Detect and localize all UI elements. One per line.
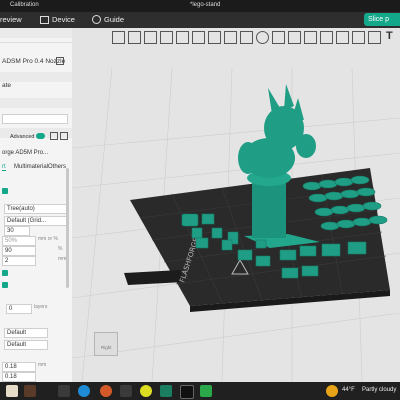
support-style-select[interactable]: Default (Grid... (4, 216, 68, 226)
file-title: *lego-stand (190, 2, 221, 8)
tab-support[interactable]: rt (2, 164, 6, 171)
pattern-select-a[interactable]: Default (4, 328, 48, 338)
top-z-input[interactable]: 2 (2, 256, 36, 266)
view-cube-face-label: Right (101, 345, 112, 350)
distance-input-b[interactable]: 0.18 (2, 372, 36, 382)
density-input[interactable]: 50% (2, 236, 36, 246)
slice-button[interactable]: Slice p (364, 13, 400, 26)
temperature: 44°F (342, 387, 355, 393)
checkbox-b[interactable] (2, 282, 8, 288)
weather-text: Partly cloudy (362, 387, 397, 393)
scene: FLASHFORGE (72, 67, 400, 382)
distance-unit-a: mm (38, 362, 47, 368)
settings-sidebar: ADSM Pro 0.4 Nozzle ate Advanced orge AD… (0, 28, 73, 382)
plate-type-label: ate (2, 82, 12, 89)
support-type-select[interactable]: Tree(auto) (4, 204, 68, 214)
title-bar: Calibration *lego-stand (0, 0, 400, 12)
device-icon (40, 15, 49, 24)
layers-unit: layers (34, 304, 48, 310)
app-title: Calibration (10, 2, 39, 8)
sidebar-section-header (0, 72, 72, 82)
edit-printer-icon[interactable] (56, 57, 64, 65)
app-icon[interactable] (120, 385, 132, 397)
copy-icon[interactable] (50, 132, 58, 140)
sidebar-section-header (0, 28, 72, 38)
filament-select[interactable] (2, 114, 68, 124)
tab-multimaterial[interactable]: Multimaterial (14, 164, 48, 170)
guide-icon (92, 15, 101, 24)
spreadsheet-icon[interactable] (200, 385, 212, 397)
density-unit: mm or % (38, 236, 58, 242)
edge-icon[interactable] (78, 385, 90, 397)
checkbox-a[interactable] (2, 270, 8, 276)
advanced-label: Advanced (10, 134, 35, 140)
terminal-icon[interactable] (160, 385, 172, 397)
tab-device[interactable]: Device (40, 15, 75, 24)
os-taskbar: 44°F Partly cloudy (0, 382, 400, 400)
advanced-toggle[interactable] (36, 133, 45, 139)
angle-unit: % (58, 246, 63, 252)
firefox-icon[interactable] (100, 385, 112, 397)
tab-others[interactable]: Others (48, 164, 66, 170)
sidebar-section-header (0, 98, 72, 108)
settings-icon[interactable] (60, 132, 68, 140)
filament-name[interactable]: orge AD5M Pro... (2, 150, 48, 156)
tab-guide[interactable]: Guide (92, 15, 124, 24)
plate-rail (124, 270, 184, 285)
distance-input-a[interactable]: 0.18 (2, 362, 36, 372)
menu-bar: review Device Guide Slice p (0, 12, 400, 28)
sidebar-scrollbar[interactable] (66, 168, 69, 288)
divider (0, 42, 72, 43)
tab-preview[interactable]: review (0, 15, 22, 24)
weather-icon (326, 385, 338, 397)
game-icon[interactable] (24, 385, 36, 397)
support-enable-checkbox[interactable] (2, 188, 8, 194)
chrome-icon[interactable] (140, 385, 152, 397)
view-cube[interactable]: Right (94, 332, 118, 356)
explorer-icon[interactable] (58, 385, 70, 397)
dark-app-icon[interactable] (180, 385, 194, 399)
layers-input[interactable]: 0 (6, 304, 32, 314)
pattern-select-b[interactable]: Default (4, 340, 48, 350)
widgets-icon[interactable] (6, 385, 18, 397)
threshold-angle-input[interactable]: 30 (4, 226, 30, 236)
angle-input[interactable]: 90 (2, 246, 36, 256)
3d-viewport[interactable]: T FLASHFORGE Right (72, 28, 400, 382)
